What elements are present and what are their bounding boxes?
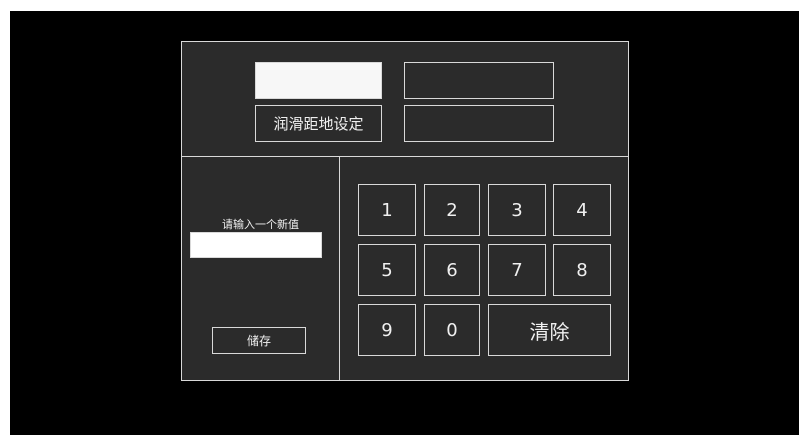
key-2[interactable]: 2 — [424, 184, 480, 236]
key-8[interactable]: 8 — [553, 244, 611, 296]
numeric-keypad: 1 2 3 4 5 6 7 8 9 0 清除 — [340, 157, 628, 380]
key-9[interactable]: 9 — [358, 304, 416, 356]
key-5[interactable]: 5 — [358, 244, 416, 296]
new-value-input[interactable] — [190, 232, 322, 258]
key-3[interactable]: 3 — [488, 184, 546, 236]
key-4[interactable]: 4 — [553, 184, 611, 236]
key-1[interactable]: 1 — [358, 184, 416, 236]
key-6[interactable]: 6 — [424, 244, 480, 296]
display-box-2 — [404, 105, 554, 142]
hmi-screen: 润滑距地设定 请输入一个新值 储存 1 2 3 4 5 6 7 8 9 0 清除 — [10, 11, 799, 435]
display-box-1 — [404, 62, 554, 99]
header-section: 润滑距地设定 — [182, 42, 628, 157]
clear-button[interactable]: 清除 — [488, 304, 611, 356]
current-value-field — [255, 62, 382, 99]
value-entry-section: 请输入一个新值 储存 — [182, 157, 340, 380]
key-7[interactable]: 7 — [488, 244, 546, 296]
lubrication-setting-panel: 润滑距地设定 请输入一个新值 储存 1 2 3 4 5 6 7 8 9 0 清除 — [181, 41, 629, 381]
enter-value-prompt: 请输入一个新值 — [222, 218, 299, 231]
save-button[interactable]: 储存 — [212, 327, 306, 354]
lubrication-distance-setting-label: 润滑距地设定 — [255, 105, 382, 142]
key-0[interactable]: 0 — [424, 304, 480, 356]
